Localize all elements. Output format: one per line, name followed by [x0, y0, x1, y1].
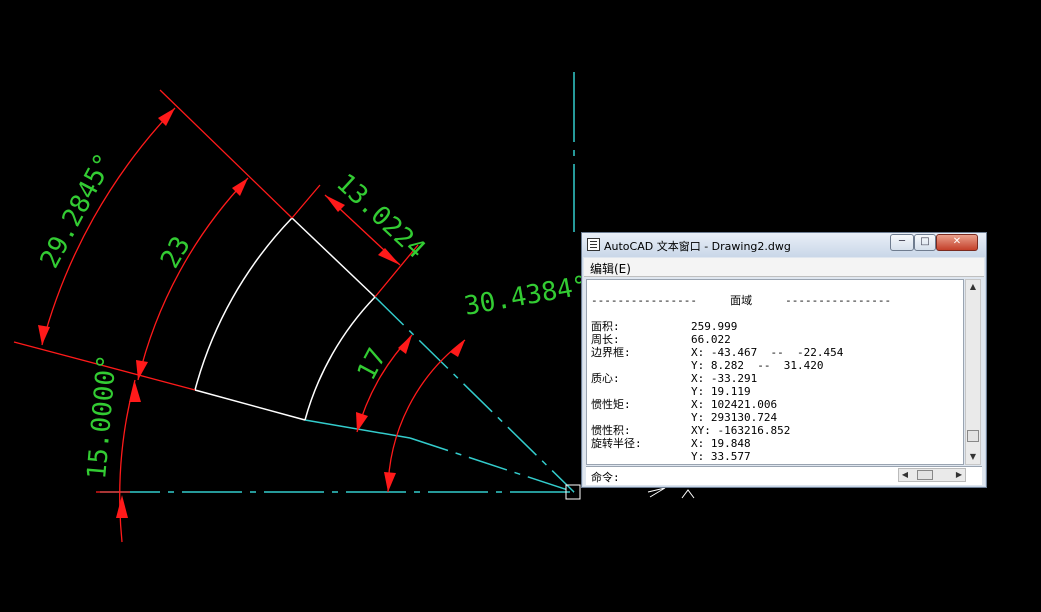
- property-label: 边界框:: [591, 346, 631, 359]
- maximize-button[interactable]: □: [914, 234, 936, 251]
- menu-edit[interactable]: 编辑(E): [590, 260, 631, 277]
- property-value: Y: 19.119: [691, 385, 751, 398]
- property-label: 惯性矩:: [591, 398, 631, 411]
- horizontal-scrollbar[interactable]: ◀ ▶: [898, 468, 966, 482]
- scroll-down-icon[interactable]: ▼: [966, 450, 980, 464]
- property-value: X: -33.291: [691, 372, 758, 385]
- hscroll-thumb[interactable]: [917, 470, 933, 480]
- property-value: 259.999: [691, 320, 738, 333]
- property-label: 惯性积:: [591, 424, 631, 437]
- property-value: X: 19.848: [691, 437, 751, 450]
- center-lines: [100, 72, 575, 493]
- property-value: X: -43.467 -- -22.454: [691, 346, 844, 359]
- close-button[interactable]: ✕: [936, 234, 978, 251]
- menu-bar: 编辑(E): [584, 258, 984, 277]
- property-label: 旋转半径:: [591, 437, 642, 450]
- sector-region: [194, 217, 376, 421]
- dim-radius-inner: 17: [352, 344, 393, 386]
- command-line[interactable]: 命令: ◀ ▶: [586, 466, 982, 485]
- region-header: ---------------- 面域 ----------------: [591, 294, 892, 307]
- scroll-left-icon[interactable]: ◀: [899, 469, 911, 481]
- property-label: 质心:: [591, 372, 620, 385]
- vertical-scrollbar[interactable]: ▲ ▼: [965, 279, 981, 465]
- dim-angle-bottom: 15.0000°: [82, 353, 123, 480]
- autocad-text-window[interactable]: AutoCAD 文本窗口 - Drawing2.dwg ─ □ ✕ 编辑(E) …: [581, 232, 987, 488]
- property-value: X: 102421.006: [691, 398, 778, 411]
- command-label: 命令:: [591, 471, 620, 484]
- minimize-button[interactable]: ─: [890, 234, 914, 251]
- window-title: AutoCAD 文本窗口 - Drawing2.dwg: [604, 240, 791, 253]
- property-value: 66.022: [691, 333, 731, 346]
- output-text-area[interactable]: ---------------- 面域 ---------------- 面积:…: [586, 279, 964, 465]
- dim-chord: 13.0224: [330, 168, 431, 265]
- scroll-right-icon[interactable]: ▶: [953, 469, 965, 481]
- property-value: Y: 33.577: [691, 450, 751, 463]
- scroll-up-icon[interactable]: ▲: [966, 280, 980, 294]
- dim-angle-right: 30.4384°: [462, 271, 591, 322]
- dim-angle-outer: 29.2845°: [35, 149, 120, 274]
- property-value: Y: 293130.724: [691, 411, 778, 424]
- property-label: 面积:: [591, 320, 620, 333]
- app-icon: [587, 238, 600, 251]
- property-value: XY: -163216.852: [691, 424, 791, 437]
- dim-radius-outer: 23: [155, 231, 197, 273]
- property-value: Y: 8.282 -- 31.420: [691, 359, 824, 372]
- property-label: 周长:: [591, 333, 620, 346]
- scroll-thumb[interactable]: [967, 430, 979, 442]
- title-bar[interactable]: AutoCAD 文本窗口 - Drawing2.dwg ─ □ ✕: [582, 233, 986, 257]
